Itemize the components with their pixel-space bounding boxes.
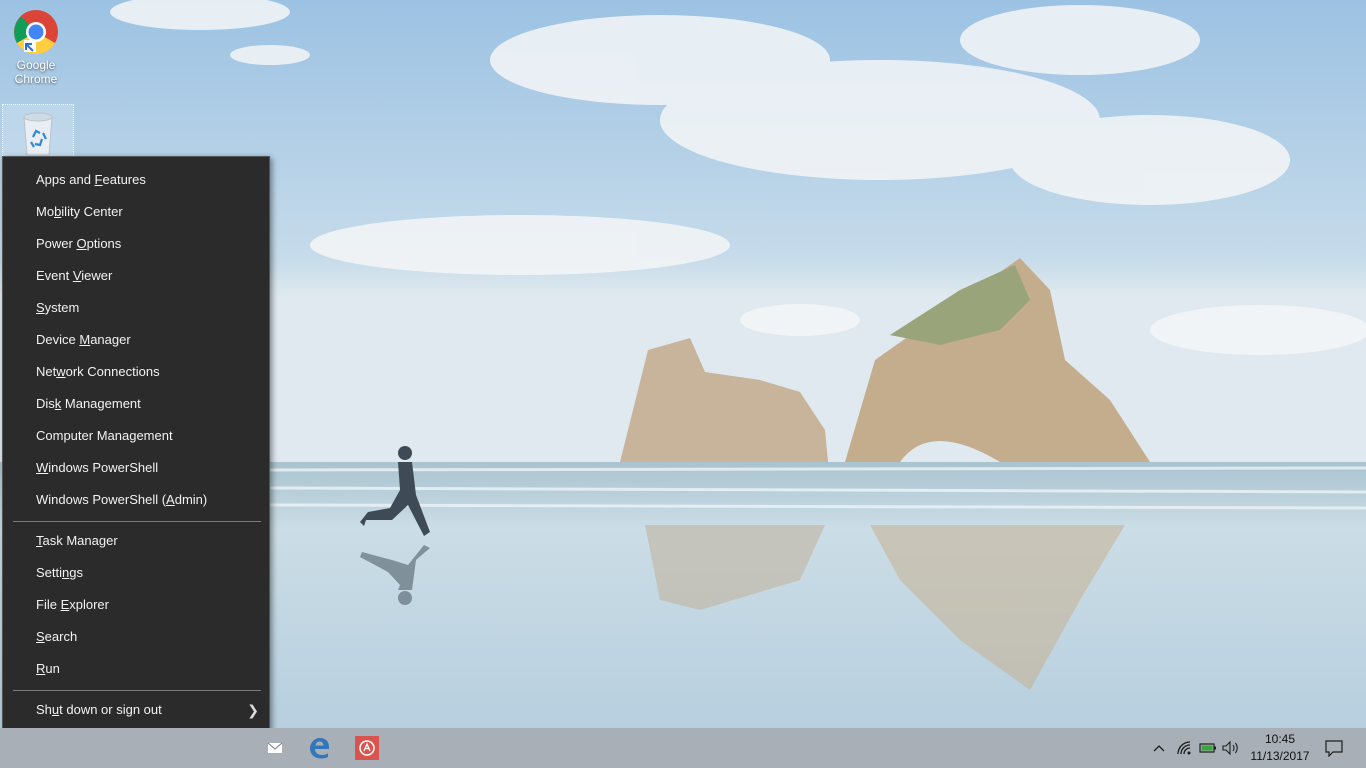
access-key: W	[36, 460, 49, 475]
chrome-icon	[14, 10, 58, 55]
menu-item-windows-powershell-admin[interactable]: Windows PowerShell (Admin)	[3, 485, 269, 515]
menu-item-label: Sh	[36, 702, 52, 717]
taskbar-edge-button[interactable]	[304, 728, 334, 768]
menu-item-label: Event	[36, 268, 73, 283]
menu-item-label: Power	[36, 236, 77, 251]
menu-item-windows-powershell[interactable]: Windows PowerShell	[3, 453, 269, 483]
menu-item-network-connections[interactable]: Network Connections	[3, 357, 269, 387]
menu-item-label: t down or sign out	[59, 702, 162, 717]
recycle-bin-icon	[23, 112, 53, 156]
menu-item-label: indows PowerShell	[48, 460, 159, 475]
menu-item-label: dmin)	[174, 492, 208, 507]
menu-item-label: ystem	[44, 300, 80, 315]
menu-separator	[13, 521, 261, 522]
menu-item-task-manager[interactable]: Task Manager	[3, 526, 269, 556]
mail-icon	[267, 742, 283, 753]
taskbar: 10:45 11/13/2017	[0, 728, 1366, 768]
edge-icon	[310, 738, 329, 759]
menu-item-label: Apps and	[36, 172, 95, 187]
menu-separator	[13, 690, 261, 691]
menu-item-label: iewer	[81, 268, 113, 283]
menu-item-disk-management[interactable]: Disk Management	[3, 389, 269, 419]
access-key: E	[60, 597, 70, 612]
menu-item-label: Net	[36, 364, 57, 379]
menu-item-label: earch	[44, 629, 78, 644]
menu-item-search[interactable]: Search	[3, 622, 269, 652]
battery-icon[interactable]	[1198, 728, 1218, 768]
menu-item-label: ptions	[86, 236, 122, 251]
taskbar-mail-button[interactable]	[262, 728, 288, 768]
notification-icon	[1325, 740, 1343, 757]
quick-link-menu: Apps and Features Mobility Center Power …	[2, 156, 270, 766]
access-key: M	[79, 332, 91, 347]
app-icon	[355, 736, 379, 760]
menu-item-settings[interactable]: Settings	[3, 558, 269, 588]
access-key: A	[166, 492, 175, 507]
menu-item-label: ement	[136, 428, 173, 443]
menu-item-label: gs	[69, 565, 83, 580]
menu-item-label: ility Center	[61, 204, 123, 219]
menu-item-label: un	[45, 661, 60, 676]
menu-item-label: ork Connections	[65, 364, 160, 379]
menu-item-label: ask Manager	[42, 533, 118, 548]
menu-item-apps-and-features[interactable]: Apps and Features	[3, 165, 269, 195]
chevron-right-icon: ❯	[247, 702, 259, 718]
menu-item-file-explorer[interactable]: File Explorer	[3, 590, 269, 620]
menu-item-label: anager	[90, 332, 131, 347]
menu-item-label: Setti	[36, 565, 63, 580]
desktop-icon-recycle-bin[interactable]	[2, 104, 74, 160]
menu-item-label: Mo	[36, 204, 55, 219]
menu-item-label: Windows PowerShell (	[36, 492, 167, 507]
taskbar-clock[interactable]: 10:45 11/13/2017	[1246, 731, 1314, 765]
clock-time: 10:45	[1264, 732, 1296, 746]
taskbar-app-button[interactable]	[352, 728, 382, 768]
menu-item-system[interactable]: System	[3, 293, 269, 323]
desktop-icon-label: Google Chrome	[14, 58, 58, 86]
menu-item-label: Device	[36, 332, 80, 347]
access-key: S	[36, 629, 45, 644]
volume-icon[interactable]	[1220, 728, 1242, 768]
menu-item-computer-management[interactable]: Computer Management	[3, 421, 269, 451]
access-key: w	[56, 364, 66, 379]
menu-item-shut-down-or-sign-out[interactable]: Shut down or sign out ❯	[3, 695, 269, 725]
menu-item-label: File	[36, 597, 61, 612]
action-center-button[interactable]	[1320, 728, 1348, 768]
access-key: F	[94, 172, 103, 187]
menu-item-label: Management	[61, 396, 141, 411]
menu-item-run[interactable]: Run	[3, 654, 269, 684]
menu-item-label: eatures	[102, 172, 146, 187]
menu-item-device-manager[interactable]: Device Manager	[3, 325, 269, 355]
menu-item-label: xplorer	[69, 597, 109, 612]
menu-item-event-viewer[interactable]: Event Viewer	[3, 261, 269, 291]
menu-item-label: Dis	[36, 396, 55, 411]
menu-item-mobility-center[interactable]: Mobility Center	[3, 197, 269, 227]
desktop-icon-chrome[interactable]: Google Chrome	[0, 8, 72, 86]
access-key: R	[36, 661, 46, 676]
access-key: O	[76, 236, 87, 251]
menu-item-label: Computer Mana	[36, 428, 130, 443]
clock-date: 11/13/2017	[1250, 749, 1310, 763]
menu-item-power-options[interactable]: Power Options	[3, 229, 269, 259]
network-icon[interactable]	[1174, 728, 1194, 768]
chevron-up-icon[interactable]	[1150, 728, 1168, 768]
access-key: S	[36, 300, 45, 315]
